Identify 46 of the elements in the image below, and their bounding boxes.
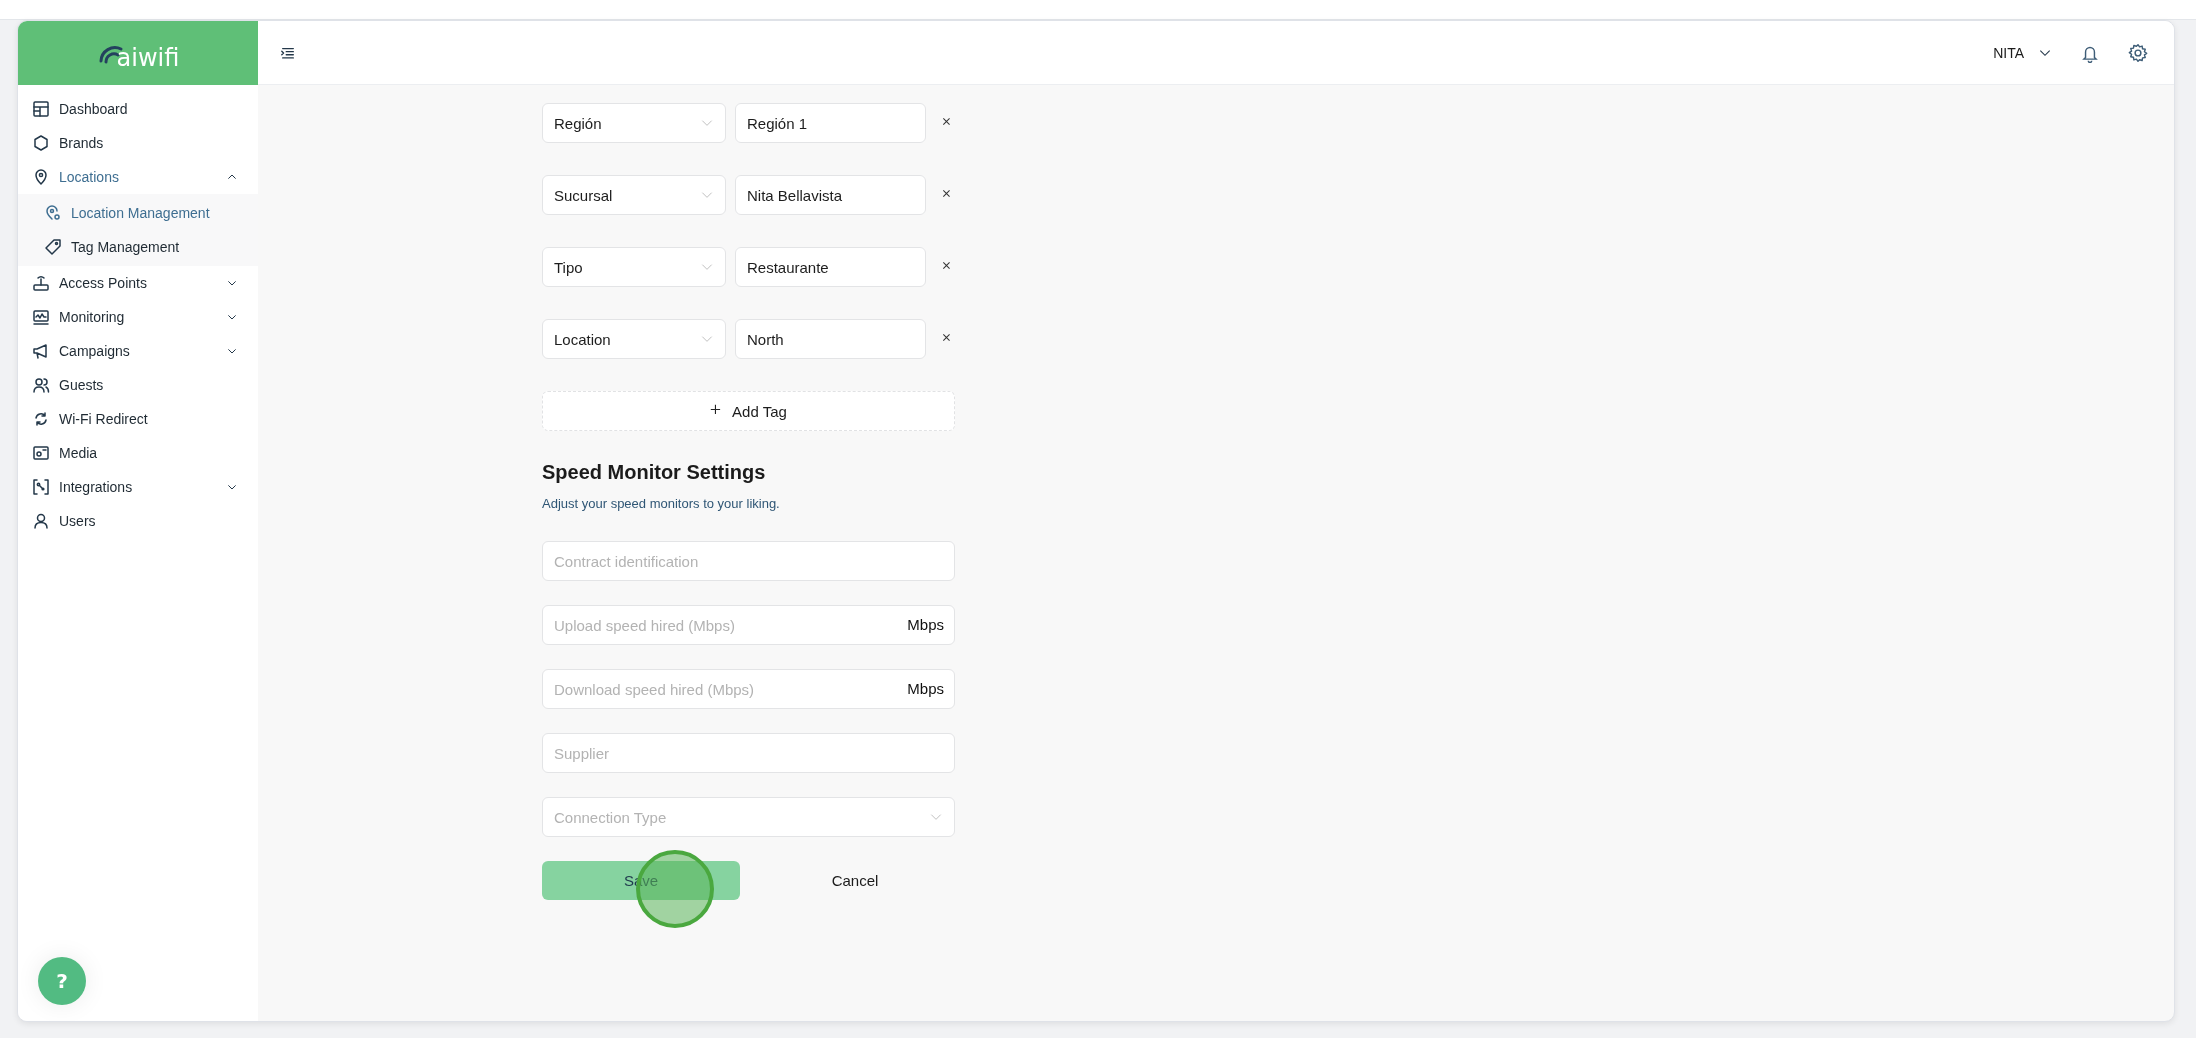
monitor-icon [32, 308, 50, 326]
users-icon [32, 376, 50, 394]
sidebar-item[interactable]: Brands [18, 126, 258, 160]
dashboard-icon [32, 100, 50, 118]
pin-gear-icon [44, 204, 62, 222]
unit-label: Mbps [907, 680, 944, 697]
sidebar-item[interactable]: Dashboard [18, 92, 258, 126]
sidebar-item[interactable]: Campaigns [18, 334, 258, 368]
select-field[interactable]: Location [542, 319, 726, 359]
logo-text: aiwifi [116, 44, 180, 72]
settings-button[interactable] [2128, 42, 2148, 63]
settings-icon [2128, 42, 2148, 63]
sidebar-item[interactable]: Media [18, 436, 258, 470]
cancel-button[interactable]: Cancel [756, 861, 954, 900]
user-menu[interactable]: NITA [1993, 44, 2052, 61]
sidebar-item[interactable]: Users [18, 504, 258, 538]
input-field[interactable]: Nita Bellavista [735, 175, 926, 215]
input-field[interactable]: North [735, 319, 926, 359]
refresh-icon [32, 410, 50, 428]
input-field[interactable]: Restaurante [735, 247, 926, 287]
user-icon [32, 512, 50, 530]
add-tag-button[interactable]: Add Tag [542, 391, 955, 431]
select-field[interactable]: Sucursal [542, 175, 726, 215]
hexagon-icon [32, 134, 50, 152]
sidebar-subitem[interactable]: Location Management [18, 196, 258, 230]
sidebar-item[interactable]: Monitoring [18, 300, 258, 334]
media-icon [32, 444, 50, 462]
input-field[interactable]: Región 1 [735, 103, 926, 143]
integration-icon [32, 478, 50, 496]
section-description: Adjust your speed monitors to your liking. [542, 496, 781, 511]
select-field[interactable]: Región [542, 103, 726, 143]
input-field[interactable]: Contract identification [542, 541, 955, 581]
map-pin-icon [32, 168, 50, 186]
input-field[interactable]: Supplier [542, 733, 955, 773]
sidebar-item[interactable]: Integrations [18, 470, 258, 504]
sidebar-item[interactable]: Locations [18, 160, 258, 194]
section-title: Speed Monitor Settings [542, 461, 767, 484]
unit-label: Mbps [907, 616, 944, 633]
sidebar-subitem[interactable]: Tag Management [18, 230, 258, 264]
sidebar-item[interactable]: Access Points [18, 266, 258, 300]
router-icon [32, 274, 50, 292]
select-field[interactable]: Tipo [542, 247, 726, 287]
megaphone-icon [32, 342, 50, 360]
tag-icon [44, 238, 62, 256]
sidebar-item[interactable]: Wi-Fi Redirect [18, 402, 258, 436]
sidebar-item[interactable]: Guests [18, 368, 258, 402]
